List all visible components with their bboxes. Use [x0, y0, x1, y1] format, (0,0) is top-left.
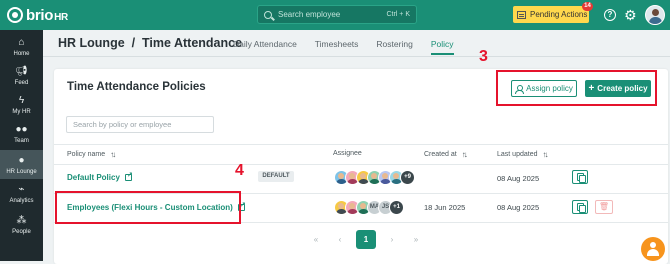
lounge-icon: ●: [18, 154, 25, 166]
sort-icon[interactable]: ↑↓: [110, 150, 116, 159]
last-updated-cell: 08 Aug 2025: [497, 203, 540, 212]
home-icon: ⌂: [18, 36, 25, 48]
divider: [54, 164, 668, 165]
sidebar-item-analytics[interactable]: ⌁ Analytics: [0, 179, 43, 208]
tab-policy[interactable]: Policy: [430, 39, 454, 55]
sort-icon[interactable]: ↑↓: [462, 150, 468, 159]
sidebar-item-people[interactable]: ⁂ People: [0, 210, 43, 239]
highlight-box-policy: [55, 191, 241, 224]
trash-icon[interactable]: 🗑︎: [595, 200, 613, 214]
tab-divider: [43, 56, 670, 57]
more-assignees-badge[interactable]: +1: [389, 200, 404, 215]
column-header-created-at[interactable]: Created at ↑↓: [424, 150, 468, 159]
assignee-avatars[interactable]: +9: [334, 170, 415, 185]
policy-search-input[interactable]: Search by policy or employee: [66, 116, 214, 133]
sidebar-item-home[interactable]: ⌂ Home: [0, 32, 43, 61]
page-title: HR Lounge / Time Attendance: [58, 36, 243, 50]
first-page-button[interactable]: «: [304, 235, 328, 244]
more-assignees-badge[interactable]: +9: [400, 170, 415, 185]
sidebar-item-label: Analytics: [9, 197, 34, 204]
gear-icon[interactable]: ⚙: [624, 7, 637, 23]
sidebar-item-label: Feed: [14, 79, 29, 86]
sidebar-item-label: My HR: [12, 108, 31, 115]
next-page-button[interactable]: ›: [380, 235, 404, 244]
sidebar-item-label: People: [12, 228, 31, 235]
default-badge: DEFAULT: [258, 171, 294, 182]
search-icon: [264, 10, 272, 19]
annotation-number-4: 4: [235, 162, 244, 179]
divider: [54, 144, 668, 145]
sidebar-item-hr-lounge[interactable]: ● HR Lounge: [0, 150, 43, 179]
policy-name: Default Policy: [67, 173, 120, 182]
sidebar-item-feed[interactable]: 📢︎ Feed: [0, 61, 43, 90]
sidebar: ⌂ Home 📢︎ Feed ϟ My HR ●● Team ● HR Loun…: [0, 30, 43, 261]
column-header-last-updated[interactable]: Last updated ↑↓: [497, 150, 548, 159]
sidebar-item-label: Home: [13, 50, 30, 57]
support-chat-button[interactable]: [641, 237, 665, 261]
assignee-avatars[interactable]: MA JS +1: [334, 200, 404, 215]
created-at-cell: 18 Jun 2025: [424, 203, 466, 212]
tab-bar: Daily Attendance Timesheets Rostering Po…: [233, 39, 472, 55]
external-link-icon: [124, 171, 133, 181]
column-label: Assignee: [333, 150, 362, 157]
chart-icon: ⌁: [18, 183, 25, 195]
list-icon: [517, 10, 526, 19]
logo-text: brioHR: [26, 6, 68, 24]
page-1-button[interactable]: 1: [356, 230, 376, 249]
megaphone-icon: 📢︎: [15, 65, 28, 77]
logo-icon: [7, 7, 23, 23]
sidebar-item-my-hr[interactable]: ϟ My HR: [0, 90, 43, 119]
team-icon: ●●: [15, 123, 28, 135]
column-label: Policy name: [67, 151, 106, 158]
policy-link-default[interactable]: Default Policy: [67, 171, 133, 182]
card-title: Time Attendance Policies: [67, 81, 206, 93]
pending-actions-button[interactable]: Pending Actions: [513, 6, 589, 23]
sort-icon[interactable]: ↑↓: [542, 150, 548, 159]
column-header-assignee: Assignee: [333, 150, 362, 157]
copy-icon[interactable]: [572, 200, 588, 214]
tab-daily-attendance[interactable]: Daily Attendance: [233, 39, 297, 55]
column-label: Created at: [424, 151, 457, 158]
help-icon[interactable]: ?: [604, 9, 616, 21]
annotation-number-3: 3: [479, 48, 488, 65]
pending-actions-label: Pending Actions: [530, 10, 588, 19]
last-page-button[interactable]: »: [404, 235, 428, 244]
sidebar-item-label: HR Lounge: [6, 168, 37, 175]
highlight-box-buttons: [496, 70, 657, 106]
copy-icon[interactable]: [572, 170, 588, 184]
app-logo[interactable]: brioHR: [7, 7, 68, 24]
search-shortcut: Ctrl + K: [386, 11, 410, 18]
user-avatar[interactable]: [645, 5, 665, 25]
tab-rostering[interactable]: Rostering: [376, 39, 412, 55]
org-icon: ⁂: [16, 214, 27, 226]
sidebar-item-label: Team: [14, 137, 29, 144]
pending-count-badge: 14: [582, 2, 593, 11]
column-label: Last updated: [497, 151, 538, 158]
search-input[interactable]: Search employee Ctrl + K: [257, 5, 417, 24]
lightning-icon: ϟ: [18, 94, 25, 106]
last-updated-cell: 08 Aug 2025: [497, 174, 540, 183]
pagination: « ‹ 1 › »: [304, 230, 428, 249]
search-placeholder: Search employee: [278, 10, 341, 19]
column-header-policy-name[interactable]: Policy name ↑↓: [67, 150, 116, 159]
sidebar-item-team[interactable]: ●● Team: [0, 119, 43, 148]
prev-page-button[interactable]: ‹: [328, 235, 352, 244]
tab-timesheets[interactable]: Timesheets: [315, 39, 359, 55]
